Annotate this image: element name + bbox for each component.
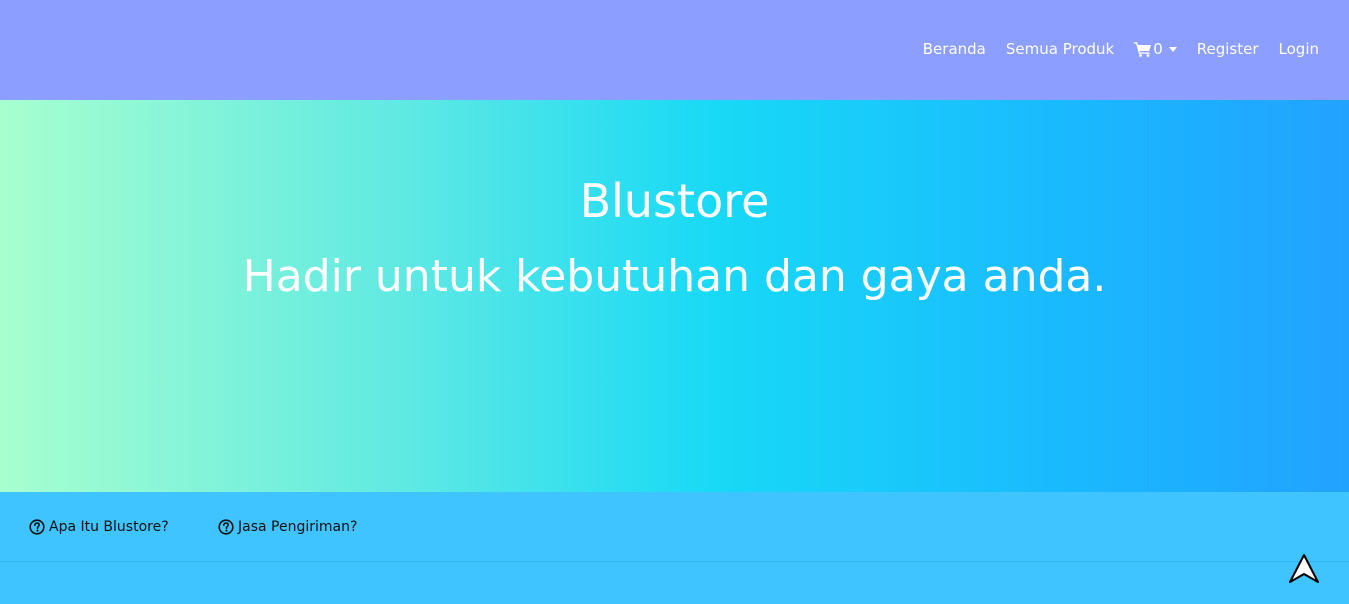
scroll-to-top-button[interactable] <box>1287 552 1321 586</box>
nav-link-login[interactable]: Login <box>1269 38 1329 60</box>
question-circle-icon <box>218 519 234 535</box>
cart-icon <box>1134 42 1152 57</box>
info-link-apa-itu-blustore[interactable]: Apa Itu Blustore? <box>29 517 169 537</box>
arrow-up-icon <box>1289 554 1319 583</box>
top-navbar: Beranda Semua Produk 0 Register Login <box>0 0 1349 100</box>
info-bar: Apa Itu Blustore? Jasa Pengiriman? <box>0 492 1349 562</box>
hero-title: Blustore <box>579 174 770 228</box>
cart-dropdown-toggle[interactable]: 0 <box>1124 38 1187 60</box>
nav-link-semua-produk[interactable]: Semua Produk <box>996 38 1124 60</box>
cart-count: 0 <box>1153 40 1163 58</box>
question-circle-icon <box>29 519 45 535</box>
info-link-label: Jasa Pengiriman? <box>238 519 358 535</box>
content-area <box>0 563 1349 604</box>
chevron-down-icon <box>1168 47 1177 52</box>
hero-subtitle: Hadir untuk kebutuhan dan gaya anda. <box>242 251 1107 302</box>
nav-link-beranda[interactable]: Beranda <box>913 38 996 60</box>
hero-banner: Blustore Hadir untuk kebutuhan dan gaya … <box>0 100 1349 492</box>
nav-links: Beranda Semua Produk 0 Register Login <box>913 38 1329 60</box>
info-link-label: Apa Itu Blustore? <box>49 519 169 535</box>
nav-link-register[interactable]: Register <box>1187 38 1269 60</box>
info-link-jasa-pengiriman[interactable]: Jasa Pengiriman? <box>218 517 357 537</box>
